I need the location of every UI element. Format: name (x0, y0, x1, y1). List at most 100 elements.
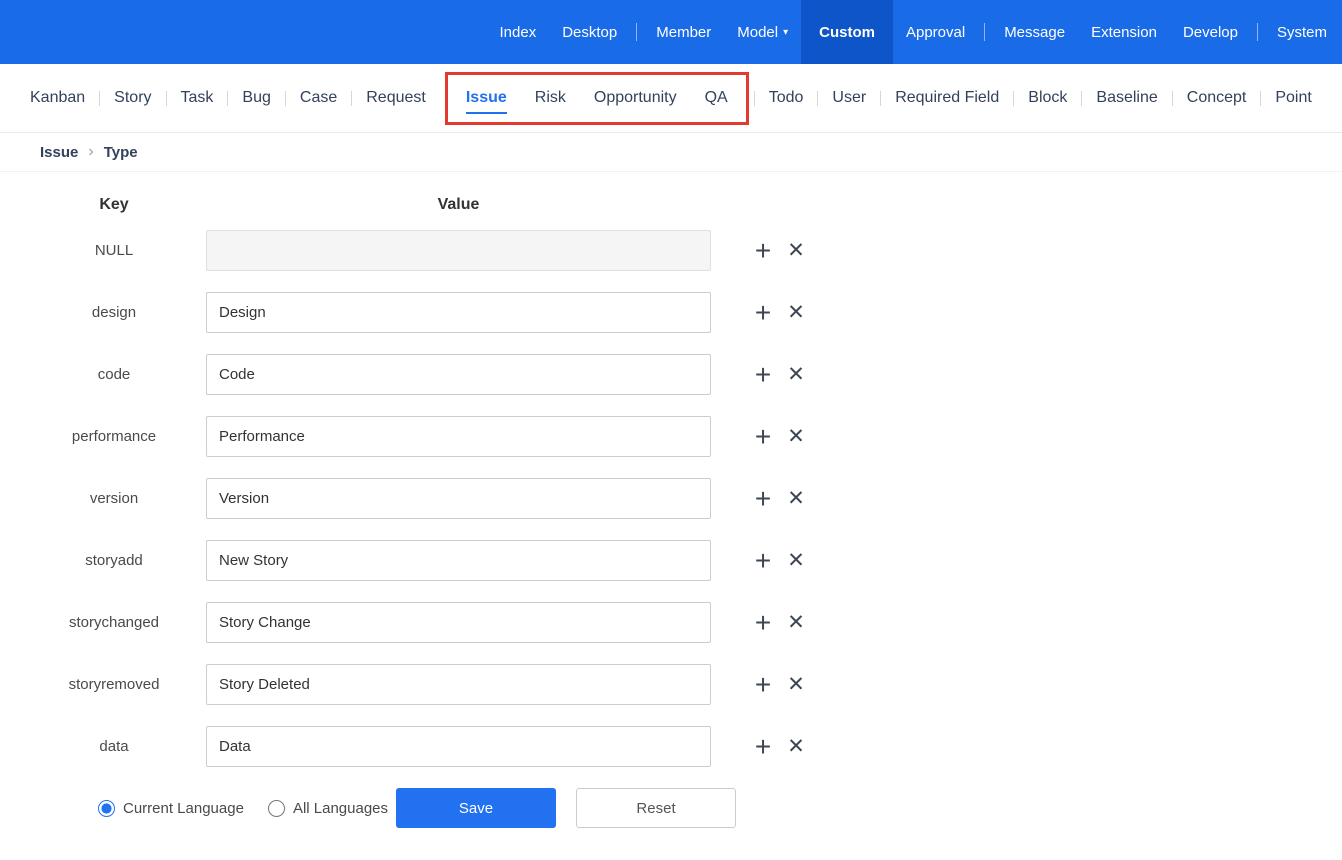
nav-item-todo[interactable]: Todo (755, 89, 818, 107)
all-languages-label[interactable]: All Languages (293, 800, 388, 817)
add-row-icon[interactable]: + (751, 732, 775, 761)
form-row-null: NULL + ✕ (0, 230, 1342, 271)
key-column-header: Key (99, 196, 129, 213)
add-row-icon[interactable]: + (751, 360, 775, 389)
key-label: storyremoved (68, 676, 160, 693)
nav-item-label: Point (1275, 89, 1312, 106)
topbar-item-label: Develop (1182, 23, 1238, 41)
topbar-item-approval[interactable]: Approval (893, 0, 978, 64)
nav-item-label: User (832, 89, 867, 106)
nav-item-label: Bug (242, 89, 271, 106)
annotation-highlight-box: Issue Risk Opportunity QA (444, 71, 749, 125)
remove-row-icon[interactable]: ✕ (785, 612, 807, 633)
nav-item-label: Required Field (895, 89, 1000, 106)
current-language-radio[interactable] (98, 799, 115, 817)
key-label: storyadd (85, 552, 143, 569)
remove-row-icon[interactable]: ✕ (785, 488, 807, 509)
nav-item-label: Case (299, 89, 338, 106)
nav-item-point[interactable]: Point (1261, 89, 1325, 107)
form-row-performance: performance + ✕ (0, 416, 1342, 457)
add-row-icon[interactable]: + (751, 236, 775, 265)
nav-item-risk[interactable]: Risk (521, 89, 580, 107)
topbar-item-extension[interactable]: Extension (1078, 0, 1170, 64)
topbar-item-custom[interactable]: Custom (801, 0, 893, 64)
value-input[interactable] (206, 540, 711, 581)
breadcrumb-item-issue[interactable]: Issue (40, 144, 78, 161)
value-input[interactable] (206, 416, 711, 457)
nav-item-block[interactable]: Block (1014, 89, 1081, 107)
remove-row-icon[interactable]: ✕ (785, 364, 807, 385)
save-button[interactable]: Save (396, 788, 557, 828)
form-footer: Current Language All Languages Save Rese… (98, 788, 1342, 828)
nav-item-baseline[interactable]: Baseline (1082, 89, 1171, 107)
value-input[interactable] (206, 478, 711, 519)
nav-item-qa[interactable]: QA (691, 89, 742, 107)
breadcrumb: Issue › Type (0, 133, 1342, 172)
remove-row-icon[interactable]: ✕ (785, 302, 807, 323)
value-input[interactable] (206, 602, 711, 643)
topbar-item-develop[interactable]: Develop (1170, 0, 1251, 64)
key-label: code (97, 366, 131, 383)
topbar-divider (1256, 23, 1258, 41)
nav-item-label: Task (180, 89, 214, 106)
nav-item-task[interactable]: Task (167, 89, 228, 107)
remove-row-icon[interactable]: ✕ (785, 550, 807, 571)
nav-item-issue[interactable]: Issue (452, 89, 521, 114)
nav-item-label: Story (114, 89, 152, 106)
topbar-item-label: System (1276, 23, 1327, 41)
add-row-icon[interactable]: + (751, 608, 775, 637)
nav-item-label: Risk (534, 89, 566, 106)
key-label: NULL (94, 242, 134, 259)
form-row-code: code + ✕ (0, 354, 1342, 395)
topbar-item-member[interactable]: Member (643, 0, 724, 64)
add-row-icon[interactable]: + (751, 484, 775, 513)
type-settings-form: Key Value NULL + ✕ design + ✕ code + ✕ p… (0, 172, 1342, 828)
form-row-design: design + ✕ (0, 292, 1342, 333)
remove-row-icon[interactable]: ✕ (785, 426, 807, 447)
chevron-right-icon: › (88, 143, 94, 160)
nav-item-kanban[interactable]: Kanban (16, 89, 99, 107)
add-row-icon[interactable]: + (751, 298, 775, 327)
nav-item-concept[interactable]: Concept (1173, 89, 1261, 107)
nav-item-bug[interactable]: Bug (228, 89, 284, 107)
remove-row-icon[interactable]: ✕ (785, 240, 807, 261)
current-language-label[interactable]: Current Language (123, 800, 244, 817)
nav-item-story[interactable]: Story (100, 89, 165, 107)
nav-item-case[interactable]: Case (286, 89, 351, 107)
form-header-row: Key Value (0, 196, 1342, 214)
value-input (206, 230, 711, 271)
topbar-item-index[interactable]: Index (487, 0, 550, 64)
nav-item-user[interactable]: User (818, 89, 880, 107)
chevron-down-icon: ▾ (783, 26, 789, 38)
topbar-item-system[interactable]: System (1264, 0, 1340, 64)
nav-item-label: Issue (465, 89, 507, 114)
nav-item-opportunity[interactable]: Opportunity (580, 89, 691, 107)
topbar-item-message[interactable]: Message (991, 0, 1078, 64)
secondary-navbar: Kanban Story Task Bug Case Request Issue… (0, 64, 1342, 133)
all-languages-radio[interactable] (267, 799, 285, 817)
value-column-header: Value (437, 196, 480, 213)
topbar-divider (636, 23, 638, 41)
value-input[interactable] (206, 664, 711, 705)
value-input[interactable] (206, 354, 711, 395)
topbar-item-label: Model (737, 23, 779, 41)
value-input[interactable] (206, 726, 711, 767)
add-row-icon[interactable]: + (751, 422, 775, 451)
nav-item-label: Todo (768, 89, 804, 106)
nav-item-request[interactable]: Request (352, 89, 440, 107)
value-input[interactable] (206, 292, 711, 333)
nav-item-label: Concept (1186, 89, 1247, 106)
add-row-icon[interactable]: + (751, 546, 775, 575)
reset-button[interactable]: Reset (576, 788, 737, 828)
topbar-item-label: Custom (819, 23, 875, 41)
form-row-data: data + ✕ (0, 726, 1342, 767)
topbar-item-model[interactable]: Model ▾ (724, 0, 801, 64)
remove-row-icon[interactable]: ✕ (785, 736, 807, 757)
form-row-storychanged: storychanged + ✕ (0, 602, 1342, 643)
topbar-item-desktop[interactable]: Desktop (549, 0, 630, 64)
nav-item-required-field[interactable]: Required Field (881, 89, 1013, 107)
add-row-icon[interactable]: + (751, 670, 775, 699)
remove-row-icon[interactable]: ✕ (785, 674, 807, 695)
key-label: version (89, 490, 139, 507)
topbar: Index Desktop Member Model ▾ Custom Appr… (0, 0, 1342, 64)
